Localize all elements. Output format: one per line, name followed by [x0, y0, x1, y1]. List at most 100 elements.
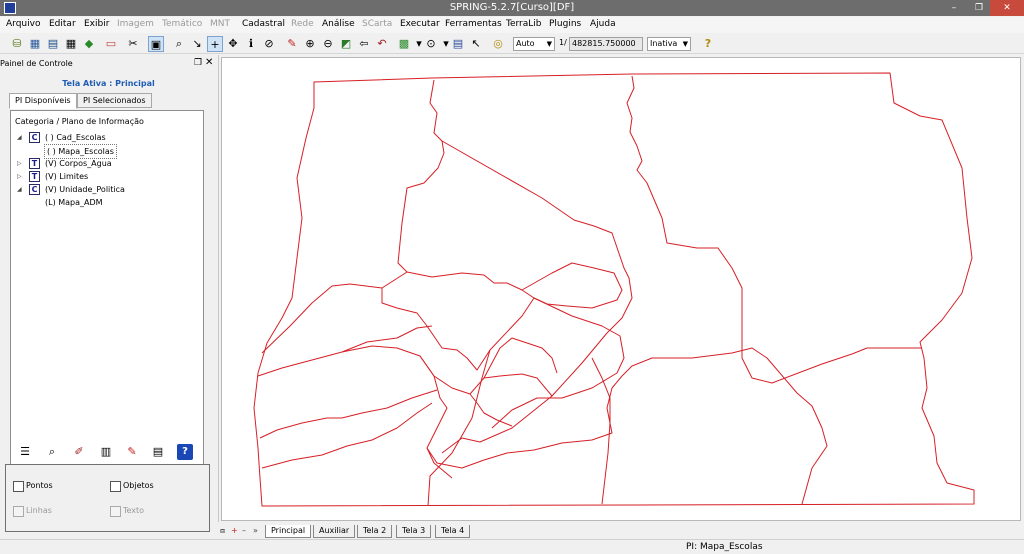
select-cursor-icon[interactable]: ↖: [468, 36, 484, 52]
table-icon[interactable]: ▤: [150, 444, 166, 460]
scale-input[interactable]: 482815.750000: [569, 37, 643, 51]
boundary-south-west: [259, 389, 438, 439]
project-icon[interactable]: ▦: [27, 36, 43, 52]
window-icon[interactable]: ▤: [450, 36, 466, 52]
tab-pi-disponiveis[interactable]: PI Disponíveis: [9, 93, 77, 109]
title-bar: SPRING-5.2.7[Curso][DF] – ❐ ✕: [0, 0, 1024, 16]
menu-terralib[interactable]: TerraLib: [506, 19, 542, 29]
menu-editar[interactable]: Editar: [49, 19, 76, 29]
zoom-icon[interactable]: ⌕: [171, 36, 187, 52]
menu-tematico[interactable]: Temático: [162, 19, 202, 29]
visual-icon[interactable]: ✐: [71, 444, 87, 460]
list-icon[interactable]: ☰: [17, 444, 33, 460]
active-screen-label: Tela Ativa : Principal: [62, 79, 155, 88]
main-toolbar: ⛁ ▦ ▤ ▦ ◆ ▭ ✂ ▣ ⌕ ↘ + ✥ ℹ ⊘ ✎ ⊕ ⊖ ◩ ⇦ ↶ …: [0, 34, 1024, 54]
cut-icon[interactable]: ✂: [125, 36, 141, 52]
help-icon[interactable]: ?: [700, 36, 716, 52]
expanded-arrow-icon[interactable]: ◢: [17, 131, 22, 144]
tree-header: Categoria / Plano de Informação: [15, 117, 144, 126]
collapsed-arrow-icon[interactable]: ▷: [17, 170, 22, 183]
zoom-settings-icon[interactable]: ⊙: [423, 36, 439, 52]
window-title: SPRING-5.2.7[Curso][DF]: [449, 2, 575, 13]
display-icon[interactable]: ▭: [103, 36, 119, 52]
map-canvas[interactable]: [221, 57, 1021, 521]
close-window-button[interactable]: ✕: [990, 0, 1024, 16]
undo-icon[interactable]: ↶: [374, 36, 390, 52]
tabs-add-button[interactable]: +: [231, 526, 238, 535]
menu-mnt[interactable]: MNT: [210, 19, 230, 29]
tab-tela-3[interactable]: Tela 3: [396, 525, 432, 538]
search-icon[interactable]: ⌕: [44, 444, 60, 460]
maximize-button[interactable]: ❐: [966, 0, 992, 16]
chevron-down-icon: ▼: [682, 40, 688, 48]
boundary-north-east: [626, 75, 922, 384]
tree-item-label: (V) Unidade_Politica: [45, 185, 125, 194]
menu-plugins[interactable]: Plugins: [549, 19, 581, 29]
expanded-arrow-icon[interactable]: ◢: [17, 183, 22, 196]
linhas-label: Linhas: [26, 506, 52, 515]
menu-analise[interactable]: Análise: [322, 19, 355, 29]
menu-arquivo[interactable]: Arquivo: [6, 19, 40, 29]
close-panel-icon[interactable]: ✕: [205, 57, 213, 68]
zoom-in-icon[interactable]: ⊕: [302, 36, 318, 52]
zoom-out-icon[interactable]: ⊖: [320, 36, 336, 52]
arrow-down-right-icon[interactable]: ↘: [189, 36, 205, 52]
map-view-frame: [218, 55, 1024, 522]
thematic-category-icon: T: [29, 158, 40, 169]
tree-item-label: (L) Mapa_ADM: [45, 198, 103, 207]
pontos-label: Pontos: [26, 481, 53, 490]
tab-tela-2[interactable]: Tela 2: [357, 525, 393, 538]
category-icon[interactable]: ▤: [45, 36, 61, 52]
layer-icon[interactable]: ◆: [81, 36, 97, 52]
menu-exibir[interactable]: Exibir: [84, 19, 109, 29]
query-icon[interactable]: ⊘: [261, 36, 277, 52]
outer-boundary: [253, 72, 975, 507]
menu-ferramentas[interactable]: Ferramentas: [445, 19, 502, 29]
menu-imagem[interactable]: Imagem: [117, 19, 154, 29]
tabs-remove-button[interactable]: –: [242, 526, 246, 535]
panel-title: Painel de Controle: [0, 59, 73, 68]
menu-rede[interactable]: Rede: [291, 19, 314, 29]
pontos-checkbox[interactable]: [13, 481, 24, 492]
database-icon[interactable]: ⛁: [9, 36, 25, 52]
tab-principal[interactable]: Principal: [265, 525, 312, 538]
draw-icon[interactable]: ▣: [148, 36, 164, 52]
status-text: PI: Mapa_Escolas: [686, 542, 763, 552]
tree-item-label: (V) Corpos_Agua: [45, 159, 112, 168]
menu-scarta[interactable]: SCarta: [362, 19, 392, 29]
pan-icon[interactable]: ✥: [225, 36, 241, 52]
tabs-next-button[interactable]: »: [253, 526, 258, 535]
menu-ajuda[interactable]: Ajuda: [590, 19, 616, 29]
scale-prefix: 1/: [559, 38, 567, 47]
state-select[interactable]: Inativa ▼: [647, 37, 691, 51]
texto-checkbox: [110, 506, 121, 517]
chevron-down-icon: ▼: [546, 40, 552, 48]
pencil-icon[interactable]: ✎: [124, 444, 140, 460]
back-icon[interactable]: ⇦: [356, 36, 372, 52]
collapsed-arrow-icon[interactable]: ▷: [17, 157, 22, 170]
help-button[interactable]: ?: [177, 444, 193, 460]
menu-cadastral[interactable]: Cadastral: [242, 19, 285, 29]
info-icon[interactable]: ℹ: [243, 36, 259, 52]
chart-icon[interactable]: ▥: [98, 444, 114, 460]
objetos-checkbox[interactable]: [110, 481, 121, 492]
tab-pi-selecionados[interactable]: PI Selecionados: [77, 93, 152, 108]
zoom-area-icon[interactable]: ◩: [338, 36, 354, 52]
edit-icon[interactable]: ✎: [284, 36, 300, 52]
menu-executar[interactable]: Executar: [400, 19, 440, 29]
minimize-button[interactable]: –: [941, 0, 967, 16]
layers-icon[interactable]: ▩: [396, 36, 412, 52]
tab-auxiliar[interactable]: Auxiliar: [313, 525, 356, 538]
tabs-first-button[interactable]: ⧈: [220, 526, 225, 536]
palette-icon[interactable]: ◎: [490, 36, 506, 52]
boundary-small-1: [483, 337, 558, 379]
cursor-cross-icon[interactable]: +: [207, 36, 223, 52]
tab-tela-4[interactable]: Tela 4: [435, 525, 471, 538]
boundary-center-east: [491, 297, 625, 429]
zoom-mode-select[interactable]: Auto ▼: [513, 37, 555, 51]
grid-icon[interactable]: ▦: [63, 36, 79, 52]
boundary-south-west-2: [261, 402, 433, 469]
float-panel-icon[interactable]: ❐: [194, 58, 202, 68]
linhas-checkbox: [13, 506, 24, 517]
screen-tabs-bar: ⧈ + – » Principal Auxiliar Tela 2 Tela 3…: [218, 524, 1024, 538]
